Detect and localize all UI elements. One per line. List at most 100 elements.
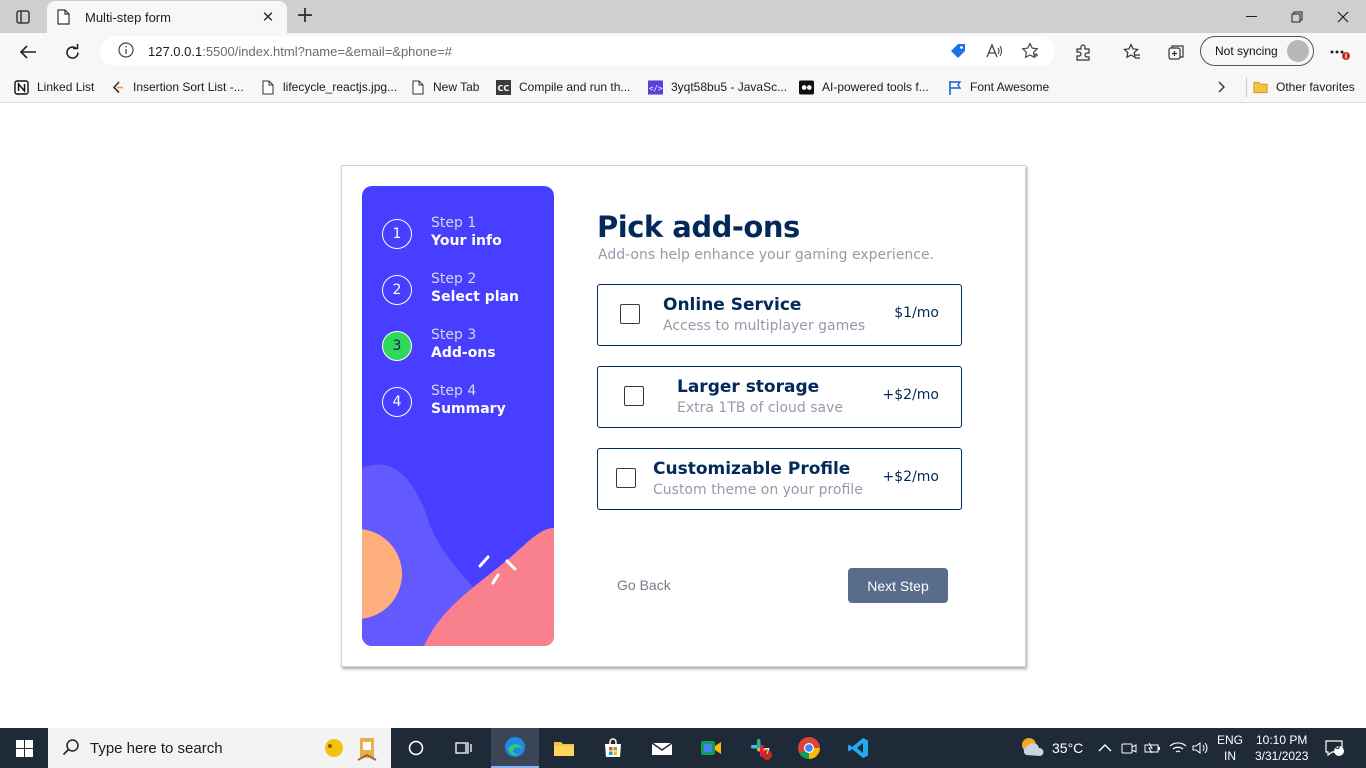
addon-name: Online Service xyxy=(663,295,802,315)
minimize-icon[interactable] xyxy=(1228,0,1274,33)
bookmark-ai-tools[interactable]: AI-powered tools f... xyxy=(799,77,929,97)
battery-icon[interactable] xyxy=(1144,728,1162,768)
weather-widget[interactable]: 35°C xyxy=(1018,728,1083,768)
next-step-button[interactable]: Next Step xyxy=(848,568,948,603)
edge-taskbar-icon[interactable] xyxy=(491,728,539,768)
addon-description: Access to multiplayer games xyxy=(663,318,866,334)
notification-count: 3 xyxy=(1335,741,1341,751)
clock-time: 10:10 PM xyxy=(1256,733,1308,747)
multi-step-form-card: 1 Step 1 Your info 2 Step 2 Select plan … xyxy=(341,165,1026,667)
file-explorer-icon[interactable] xyxy=(542,728,586,768)
addon-online-service-checkbox[interactable] xyxy=(620,304,640,324)
addon-price: +$2/mo xyxy=(882,387,939,403)
step-3-name: Add-ons xyxy=(431,345,496,361)
file-icon xyxy=(260,80,275,95)
weather-sun-icon xyxy=(1018,736,1046,761)
bookmark-font-awesome[interactable]: Font Awesome xyxy=(947,77,1049,97)
tab-bar: Multi-step form ✕ + xyxy=(0,0,1366,33)
notification-center-icon[interactable]: 3 xyxy=(1324,728,1344,768)
addon-customizable-profile-checkbox[interactable] xyxy=(616,468,636,488)
step-3-label: Step 3 xyxy=(431,327,477,343)
windows-start-icon[interactable] xyxy=(0,728,48,768)
favorites-bar: Linked List Insertion Sort List -... lif… xyxy=(0,70,1366,103)
coupon-tag-icon[interactable] xyxy=(948,41,968,61)
bookmark-linked-list[interactable]: Linked List xyxy=(14,77,94,97)
address-bar[interactable]: 127.0.0.1:5500/index.html?name=&email=&p… xyxy=(100,36,1055,66)
vscode-icon[interactable] xyxy=(836,728,880,768)
addon-price: +$2/mo xyxy=(882,469,939,485)
meet-now-icon[interactable] xyxy=(1121,728,1137,768)
addon-customizable-profile[interactable]: Customizable Profile Custom theme on you… xyxy=(597,448,962,510)
page-icon xyxy=(57,9,73,25)
restore-icon[interactable] xyxy=(1274,0,1320,33)
settings-more-icon[interactable] xyxy=(1324,37,1354,67)
extensions-icon[interactable] xyxy=(1068,37,1098,67)
microsoft-store-icon[interactable] xyxy=(591,728,635,768)
svg-text:CC: CC xyxy=(498,84,510,93)
region-code: IN xyxy=(1224,749,1236,763)
meet-icon[interactable] xyxy=(689,728,733,768)
close-tab-icon[interactable]: ✕ xyxy=(259,8,277,26)
page-title: Pick add-ons xyxy=(597,210,800,244)
addon-description: Custom theme on your profile xyxy=(653,482,863,498)
step-1-name: Your info xyxy=(431,233,502,249)
addon-description: Extra 1TB of cloud save xyxy=(677,400,843,416)
bookmark-javascript[interactable]: </> 3yqt58bu5 - JavaSc... xyxy=(648,77,787,97)
close-window-icon[interactable] xyxy=(1320,0,1366,33)
chevron-right-icon[interactable] xyxy=(1218,77,1226,97)
avatar xyxy=(1287,40,1309,62)
addon-online-service[interactable]: Online Service Access to multiplayer gam… xyxy=(597,284,962,346)
search-highlight-icon xyxy=(320,734,382,767)
refresh-icon[interactable] xyxy=(57,37,87,67)
url-text: 127.0.0.1:5500/index.html?name=&email=&p… xyxy=(148,43,452,59)
weather-temp: 35°C xyxy=(1052,740,1084,756)
step-2[interactable]: 2 Step 2 Select plan xyxy=(382,270,552,310)
task-view-icon[interactable] xyxy=(446,728,482,768)
bookmark-lifecycle[interactable]: lifecycle_reactjs.jpg... xyxy=(260,77,397,97)
svg-text:</>: </> xyxy=(649,83,663,92)
notion-icon xyxy=(14,79,29,95)
addon-larger-storage[interactable]: Larger storage Extra 1TB of cloud save +… xyxy=(597,366,962,428)
read-aloud-icon[interactable] xyxy=(984,41,1004,61)
info-icon[interactable] xyxy=(118,41,134,61)
go-back-button[interactable]: Go Back xyxy=(617,577,671,593)
step-1-number: 1 xyxy=(382,219,412,249)
mail-icon[interactable] xyxy=(640,728,684,768)
bookmark-new-tab[interactable]: New Tab xyxy=(410,77,479,97)
step-4[interactable]: 4 Step 4 Summary xyxy=(382,382,552,422)
clock-date: 3/31/2023 xyxy=(1255,749,1309,763)
language-indicator[interactable]: ENG IN xyxy=(1217,728,1243,768)
add-favorite-icon[interactable] xyxy=(1020,41,1040,61)
step-1[interactable]: 1 Step 1 Your info xyxy=(382,214,552,254)
flag-icon xyxy=(947,80,962,95)
taskbar-search-box[interactable]: Type here to search xyxy=(48,728,391,768)
wifi-icon[interactable] xyxy=(1169,728,1187,768)
new-tab-button[interactable]: + xyxy=(292,4,318,30)
leetcode-icon xyxy=(110,80,125,95)
step-4-name: Summary xyxy=(431,401,506,417)
tab-actions-icon[interactable] xyxy=(8,6,38,28)
language-code: ENG xyxy=(1217,733,1244,747)
favorites-icon[interactable] xyxy=(1117,37,1147,67)
cortana-icon[interactable] xyxy=(398,728,434,768)
step-3[interactable]: 3 Step 3 Add-ons xyxy=(382,326,552,366)
addon-larger-storage-checkbox[interactable] xyxy=(624,386,644,406)
bookmark-compile-run[interactable]: CC Compile and run th... xyxy=(496,77,630,97)
slack-icon[interactable]: 7 xyxy=(738,728,782,768)
code-icon: </> xyxy=(648,79,663,95)
tab-title: Multi-step form xyxy=(85,9,171,25)
volume-icon[interactable] xyxy=(1192,728,1210,768)
clock[interactable]: 10:10 PM 3/31/2023 xyxy=(1255,728,1308,768)
chrome-icon[interactable] xyxy=(787,728,831,768)
browser-tab[interactable]: Multi-step form ✕ xyxy=(47,1,287,33)
bookmark-other-favorites[interactable]: Other favorites xyxy=(1246,77,1355,97)
tray-chevron-up-icon[interactable] xyxy=(1098,728,1112,768)
collections-icon[interactable] xyxy=(1161,37,1191,67)
addon-price: $1/mo xyxy=(894,305,939,321)
step-3-number: 3 xyxy=(382,331,412,361)
step-2-name: Select plan xyxy=(431,289,519,305)
addon-name: Customizable Profile xyxy=(653,459,851,479)
bookmark-insertion-sort[interactable]: Insertion Sort List -... xyxy=(110,77,244,97)
profile-sync-button[interactable]: Not syncing xyxy=(1200,36,1314,66)
back-arrow-icon[interactable] xyxy=(13,37,43,67)
